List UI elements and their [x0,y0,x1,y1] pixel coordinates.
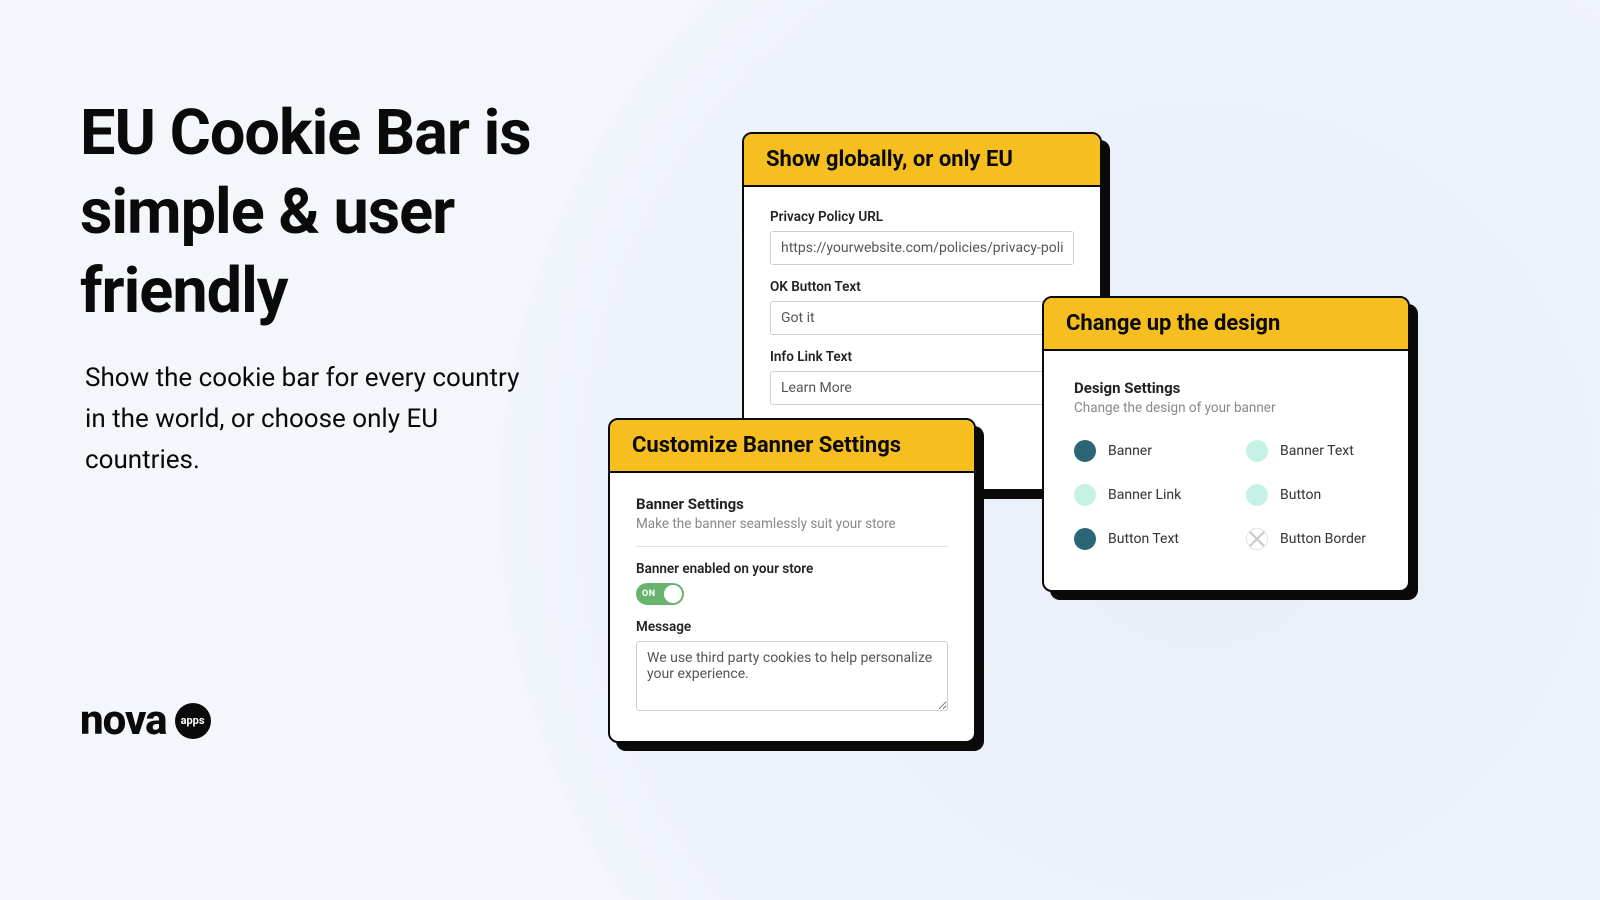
design-color-item[interactable]: Button Border [1246,528,1378,550]
message-label: Message [636,619,948,635]
design-color-label: Banner Link [1108,487,1181,503]
design-section-title: Design Settings [1074,379,1378,397]
ok-button-text-input[interactable] [770,301,1074,335]
banner-section-title: Banner Settings [636,495,948,513]
subcopy-text: Show the cookie bar for every country in… [85,358,545,481]
info-link-text-input[interactable] [770,371,1074,405]
panel-customize-banner: Customize Banner Settings Banner Setting… [608,418,976,743]
panel-global-title: Show globally, or only EU [744,134,1100,187]
color-swatch[interactable] [1074,440,1096,462]
color-swatch[interactable] [1246,484,1268,506]
design-color-label: Banner [1108,443,1152,459]
design-color-item[interactable]: Banner Link [1074,484,1206,506]
privacy-url-label: Privacy Policy URL [770,209,1074,225]
design-color-item[interactable]: Button Text [1074,528,1206,550]
design-color-label: Banner Text [1280,443,1354,459]
color-swatch[interactable] [1246,440,1268,462]
panel-design-settings: Change up the design Design Settings Cha… [1042,296,1410,592]
design-color-label: Button Text [1108,531,1179,547]
design-color-item[interactable]: Banner [1074,440,1206,462]
design-color-label: Button Border [1280,531,1366,547]
design-color-label: Button [1280,487,1321,503]
panel-custom-title: Customize Banner Settings [610,420,974,473]
banner-enabled-toggle[interactable]: ON [636,583,684,605]
color-swatch[interactable] [1074,484,1096,506]
color-swatch[interactable] [1074,528,1096,550]
headline: EU Cookie Bar is simple & user friendly [80,95,640,331]
design-section-sub: Change the design of your banner [1074,400,1378,416]
brand-logo: nova apps [80,696,211,745]
subcopy: Show the cookie bar for every country in… [85,358,545,481]
brand-word: nova [80,696,167,745]
banner-section-sub: Make the banner seamlessly suit your sto… [636,516,948,532]
panel-design-title: Change up the design [1044,298,1408,351]
divider [636,546,948,547]
design-color-item[interactable]: Banner Text [1246,440,1378,462]
design-color-item[interactable]: Button [1246,484,1378,506]
message-textarea[interactable] [636,641,948,711]
color-swatch[interactable] [1246,528,1268,550]
privacy-url-input[interactable] [770,231,1074,265]
info-link-text-label: Info Link Text [770,349,1074,365]
ok-button-text-label: OK Button Text [770,279,1074,295]
brand-badge: apps [175,703,211,739]
design-swatch-grid: Banner Banner Text Banner Link Button Button… [1074,440,1378,550]
headline-text: EU Cookie Bar is simple & user friendly [80,95,640,331]
toggle-on-label: ON [642,589,656,599]
banner-enabled-label: Banner enabled on your store [636,561,948,577]
toggle-knob [664,585,682,603]
